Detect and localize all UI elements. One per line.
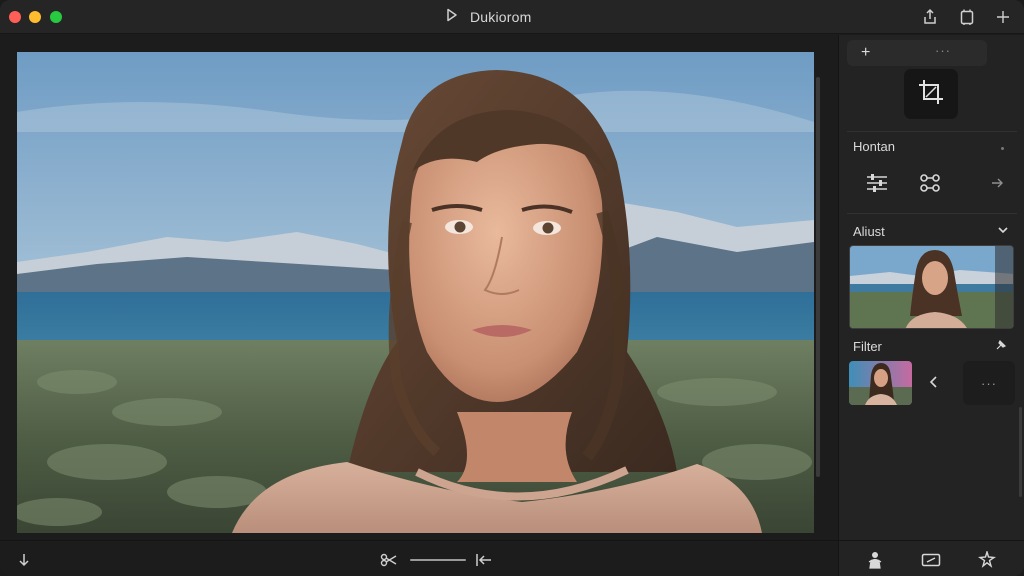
next-arrow-button[interactable]: [979, 170, 1015, 200]
minimize-window-button[interactable]: [29, 11, 41, 23]
title-group: Dukiorom: [446, 8, 532, 26]
person-icon[interactable]: [865, 550, 885, 570]
arrow-right-icon: [990, 176, 1004, 195]
crop-icon: [917, 78, 945, 111]
adjust-preview-thumbnail[interactable]: [849, 245, 1014, 329]
section-dot: [1001, 147, 1004, 150]
divider: [847, 213, 1017, 214]
play-icon[interactable]: [446, 8, 458, 27]
photo-canvas-area: [0, 35, 838, 540]
adjust-nodes-icon: [918, 172, 942, 199]
chevron-down-icon[interactable]: [997, 223, 1009, 241]
share-icon[interactable]: [921, 8, 939, 26]
app-window: Dukiorom + ··· Hontan Aliust Filter ···: [0, 0, 1024, 576]
section-title-aliust: Aliust: [853, 224, 885, 239]
adjust-nodes-button[interactable]: [912, 170, 948, 200]
download-icon[interactable]: [14, 550, 34, 570]
filter-thumbnail[interactable]: [849, 361, 912, 405]
sliders-icon: [865, 172, 889, 199]
add-icon[interactable]: [994, 8, 1012, 26]
compare-icon[interactable]: [921, 550, 941, 570]
section-title-hontan: Hontan: [853, 139, 895, 154]
collapse-left-icon[interactable]: [474, 550, 494, 570]
filter-more-button[interactable]: ···: [963, 361, 1015, 405]
crop-tool-button[interactable]: [904, 69, 958, 119]
panel-bottom-toolbar: [838, 540, 1024, 576]
sliders-button[interactable]: [859, 170, 895, 200]
zoom-slider[interactable]: [410, 559, 466, 561]
panel-more-button[interactable]: ···: [935, 43, 951, 58]
right-panel: + ··· Hontan Aliust Filter ···: [838, 35, 1024, 540]
title-bar: Dukiorom: [0, 0, 1024, 34]
canvas-scrollbar[interactable]: [816, 77, 820, 477]
magic-wand-icon[interactable]: [977, 550, 997, 570]
section-title-filter: Filter: [853, 339, 882, 354]
copy-frame-icon[interactable]: [958, 8, 976, 26]
close-window-button[interactable]: [9, 11, 21, 23]
main-photo[interactable]: [17, 52, 814, 533]
window-title: Dukiorom: [470, 9, 532, 25]
chevron-left-icon[interactable]: [929, 375, 939, 394]
zoom-window-button[interactable]: [50, 11, 62, 23]
scissors-icon[interactable]: [379, 550, 399, 570]
add-button[interactable]: +: [861, 44, 870, 62]
panel-toolbar: + ···: [847, 40, 987, 66]
bottom-toolbar: [0, 540, 838, 576]
divider: [847, 131, 1017, 132]
panel-scrollbar[interactable]: [1019, 407, 1022, 497]
pin-icon[interactable]: [995, 338, 1007, 356]
